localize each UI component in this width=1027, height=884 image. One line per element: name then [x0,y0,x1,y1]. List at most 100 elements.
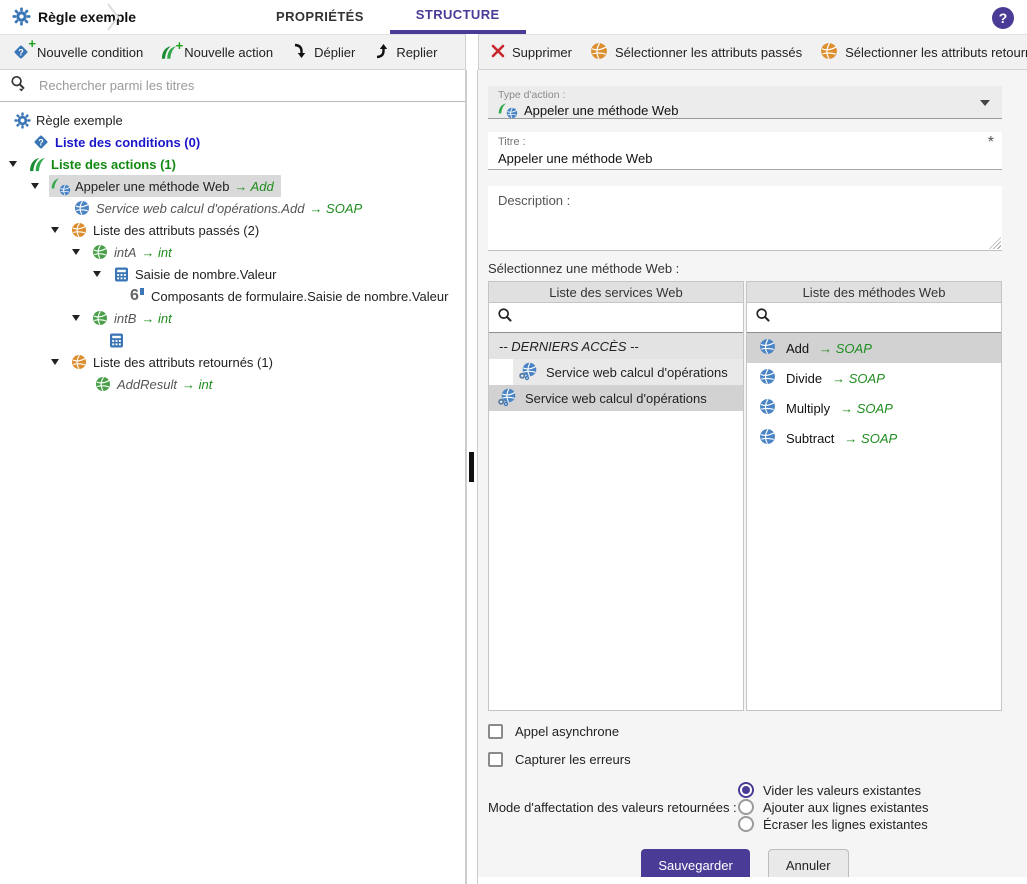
tree-label: Composants de formulaire.Saisie de nombr… [151,289,448,304]
tab-proprietes[interactable]: PROPRIÉTÉS [250,0,390,34]
tree-suffix: → int [141,311,171,326]
method-label: Multiply [786,401,830,416]
tree-row-form-component-value[interactable]: 6 Composants de formulaire.Saisie de nom… [0,285,465,307]
tree-search-bar [0,70,465,102]
new-action-button[interactable]: + Nouvelle action [161,45,273,60]
collapse-toggle-icon[interactable] [72,315,80,321]
tree-row-intA[interactable]: intA → int [0,241,465,263]
checkbox-unchecked[interactable] [488,752,503,767]
method-row-add[interactable]: Add → SOAP [747,333,1001,363]
collapse-toggle-icon[interactable] [31,183,39,189]
radio-unselected[interactable] [738,799,754,815]
tree-label: AddResult [117,377,177,392]
globe-orange-icon [69,222,89,238]
tab-structure[interactable]: STRUCTURE [390,0,526,34]
radio-unselected[interactable] [738,816,754,832]
method-row-divide[interactable]: Divide → SOAP [747,363,1001,393]
services-header: Liste des services Web [489,282,743,303]
tree-row-web-method-action[interactable]: Appeler une méthode Web → Add [0,175,465,197]
calculator-icon [111,267,131,282]
method-suffix: → SOAP [844,431,897,446]
collapse-toggle-icon[interactable] [9,161,17,167]
tree-label: Appeler une méthode Web [75,179,229,194]
globe-blue-icon [759,368,776,388]
radio-selected[interactable] [738,782,754,798]
toolbar-left: ? + Nouvelle condition + Nouvelle action… [0,34,466,70]
new-condition-button[interactable]: ? + Nouvelle condition [12,43,143,61]
radio-label: Écraser les lignes existantes [763,817,928,832]
method-label: Add [786,341,809,356]
expand-all-button[interactable]: Déplier [291,43,355,62]
action-leaves-icon [27,157,47,172]
services-search-input[interactable] [521,309,735,326]
capture-errors-checkbox-row[interactable]: Capturer les erreurs [488,752,1002,767]
service-label: Service web calcul d'opérations [525,391,707,406]
action-type-select[interactable]: Type d'action : Appeler une méthode Web [488,86,1002,119]
methods-search-bar [747,303,1001,333]
svg-text:?: ? [38,138,44,148]
title-label: Titre : [498,136,992,148]
selected-tree-item[interactable]: Appeler une méthode Web → Add [49,175,281,197]
bottom-strip [478,877,1027,884]
condition-diamond-icon: ? + [12,43,30,61]
method-row-subtract[interactable]: Subtract → SOAP [747,423,1001,453]
assignment-options: Vider les valeurs existantes Ajouter aux… [738,781,928,833]
service-row-selected[interactable]: Service web calcul d'opérations [489,385,743,411]
description-field: Description : [488,186,1002,251]
title-field[interactable]: Titre : Appeler une méthode Web * [488,132,1002,170]
method-label: Divide [786,371,822,386]
tree-row-addresult[interactable]: AddResult → int [0,373,465,395]
gear-icon [12,112,32,129]
collapse-toggle-icon[interactable] [93,271,101,277]
action-leaf-icon: + [161,45,177,60]
collapse-toggle-icon[interactable] [72,249,80,255]
tree-label: Règle exemple [36,113,123,128]
arrow-down-icon [291,43,307,62]
checkbox-unchecked[interactable] [488,724,503,739]
globe-orange-icon [820,42,838,63]
description-label: Description : [498,193,570,208]
splitter-drag-handle[interactable] [469,452,474,482]
service-row-recent[interactable]: Service web calcul d'opérations [489,359,743,385]
plus-icon: + [28,37,36,50]
async-call-checkbox-row[interactable]: Appel asynchrone [488,724,1002,739]
methods-column: Liste des méthodes Web Add → SOAP Divide [746,281,1002,711]
tree-row-passed-attributes[interactable]: Liste des attributs passés (2) [0,219,465,241]
tree-label: Liste des attributs passés (2) [93,223,259,238]
tree-row-rule-root[interactable]: Règle exemple [0,109,465,131]
required-asterisk: * [988,134,994,152]
tree-row-number-input-value[interactable]: Saisie de nombre.Valeur [0,263,465,285]
method-row-multiply[interactable]: Multiply → SOAP [747,393,1001,423]
help-button[interactable]: ? [992,7,1014,29]
tree-search-input[interactable] [37,77,455,94]
method-suffix: → SOAP [819,341,872,356]
tree-row-empty-number-input[interactable] [0,329,465,351]
search-icon [497,307,513,328]
title-value: Appeler une méthode Web [498,151,992,166]
radio-option-overwrite-rows[interactable]: Écraser les lignes existantes [738,816,928,832]
search-icon [755,307,771,328]
globe-green-icon [90,244,110,260]
radio-option-append-rows[interactable]: Ajouter aux lignes existantes [738,799,928,815]
delete-button[interactable]: Supprimer [491,44,572,61]
select-returned-attributes-button[interactable]: Sélectionner les attributs retournés [820,42,1027,63]
select-passed-attributes-button[interactable]: Sélectionner les attributs passés [590,42,802,63]
plus-icon: + [176,39,184,52]
radio-option-clear-values[interactable]: Vider les valeurs existantes [738,782,928,798]
tree-row-intB[interactable]: intB → int [0,307,465,329]
web-service-icon [518,361,538,384]
tree-row-conditions-list[interactable]: ? Liste des conditions (0) [0,131,465,153]
tree-row-service-binding[interactable]: Service web calcul d'opérations.Add → SO… [0,197,465,219]
tree-row-actions-list[interactable]: Liste des actions (1) [0,153,465,175]
methods-search-input[interactable] [779,309,993,326]
panel-splitter [466,70,478,884]
collapse-toggle-icon[interactable] [51,359,59,365]
collapse-all-button[interactable]: Replier [373,43,437,62]
header-bar: Règle exemple PROPRIÉTÉS STRUCTURE ? [0,0,1027,34]
services-column: Liste des services Web -- DERNIERS ACCÈS… [488,281,744,711]
tree-row-returned-attributes[interactable]: Liste des attributs retournés (1) [0,351,465,373]
collapse-all-label: Replier [396,45,437,60]
description-input[interactable] [498,210,992,246]
collapse-toggle-icon[interactable] [51,227,59,233]
rule-tree: Règle exemple ? Liste des conditions (0)… [0,102,465,395]
